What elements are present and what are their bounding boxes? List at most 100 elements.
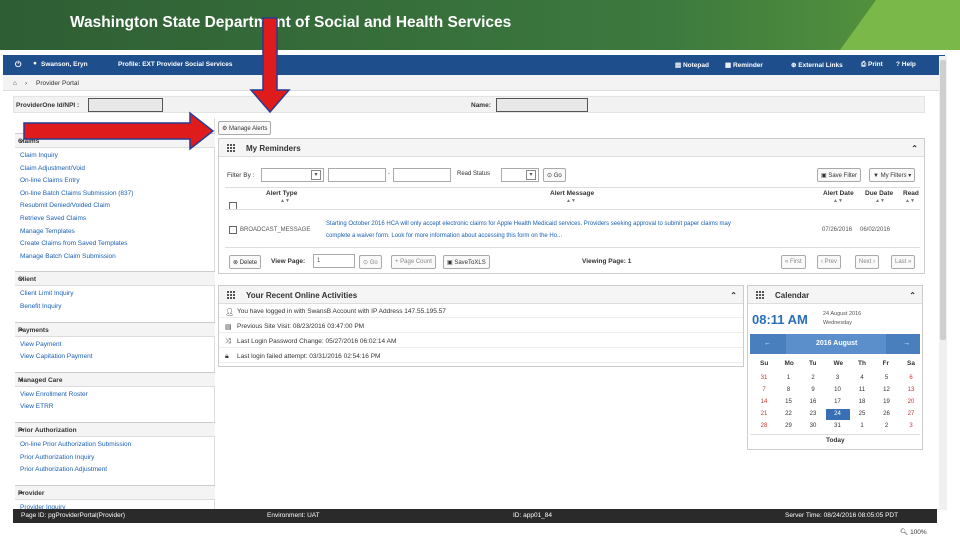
sidebar-item[interactable]: On-line Prior Authorization Submission [20, 441, 131, 448]
calendar-day[interactable]: 20 [899, 397, 923, 408]
sidebar-item[interactable]: Prior Authorization Inquiry [20, 454, 94, 461]
zoom-level[interactable]: 🔍︎ 100% [900, 528, 927, 536]
sidebar-section-client[interactable]: Client ⌄ [15, 271, 215, 287]
reminder-link[interactable]: ▦ Reminder [725, 61, 763, 69]
col-alert-type[interactable]: Alert Type [266, 190, 297, 197]
calendar-day[interactable]: 16 [801, 397, 825, 408]
chevron-down-icon[interactable]: ⌄ [18, 324, 25, 333]
save-to-xls-button[interactable]: ▣ SaveToXLS [443, 255, 490, 269]
calendar-day[interactable]: 23 [801, 409, 825, 420]
calendar-day[interactable]: 31 [752, 373, 776, 384]
calendar-day[interactable]: 3 [826, 373, 850, 384]
provider-id-field[interactable] [88, 98, 163, 112]
calendar-day[interactable]: 6 [899, 373, 923, 384]
help-link[interactable]: ? Help [896, 61, 916, 68]
calendar-day[interactable]: 26 [875, 409, 899, 420]
prev-page-button[interactable]: ‹ Prev [817, 255, 842, 269]
calendar-day[interactable]: 22 [777, 409, 801, 420]
col-alert-date[interactable]: Alert Date [823, 190, 854, 197]
calendar-day[interactable]: 17 [826, 397, 850, 408]
view-page-input[interactable]: 1 [313, 254, 355, 268]
calendar-day[interactable]: 12 [875, 385, 899, 396]
save-filter-button[interactable]: ▣ Save Filter [817, 168, 862, 182]
calendar-day[interactable]: 28 [752, 421, 776, 432]
sidebar-item[interactable]: Manage Batch Claim Submission [20, 253, 116, 260]
sidebar-item[interactable]: Create Claims from Saved Templates [20, 240, 128, 247]
col-due-date[interactable]: Due Date [865, 190, 893, 197]
external-links-link[interactable]: ⊕ External Links [791, 61, 843, 69]
sidebar-item[interactable]: On-line Batch Claims Submission (837) [20, 190, 133, 197]
sidebar-section-claims[interactable]: Claims ⌄ [15, 133, 215, 148]
name-field[interactable] [496, 98, 588, 112]
chevron-down-icon[interactable]: ⌄ [18, 135, 25, 144]
calendar-day[interactable]: 2 [875, 421, 899, 432]
collapse-caret-icon[interactable]: ⌃ [911, 144, 918, 153]
chevron-down-icon[interactable]: ⌄ [18, 374, 25, 383]
sidebar-item[interactable]: Claim Adjustment/Void [20, 165, 85, 172]
calendar-day[interactable]: 8 [777, 385, 801, 396]
calendar-day[interactable]: 7 [752, 385, 776, 396]
row-checkbox[interactable] [229, 226, 237, 234]
calendar-day[interactable]: 10 [826, 385, 850, 396]
sidebar-item[interactable]: Retrieve Saved Claims [20, 215, 86, 222]
calendar-day[interactable]: 14 [752, 397, 776, 408]
filter-by-select[interactable]: ▾ [261, 168, 324, 182]
power-icon[interactable]: ⏻ [15, 60, 21, 70]
sidebar-section-provider[interactable]: Provider ⌄ [15, 484, 215, 500]
collapse-caret-icon[interactable]: ⌃ [909, 291, 916, 300]
calendar-day[interactable]: 3 [899, 421, 923, 432]
page-count-button[interactable]: + Page Count [391, 255, 436, 269]
today-button[interactable]: Today [826, 437, 845, 444]
chevron-down-icon[interactable]: ⌄ [18, 424, 25, 433]
my-filters-button[interactable]: ▼ My Filters ▾ [869, 168, 916, 182]
calendar-day[interactable]: 11 [850, 385, 874, 396]
read-status-select[interactable]: ▾ [501, 168, 539, 182]
sidebar-item[interactable]: Manage Templates [20, 228, 75, 235]
filter-value-from[interactable] [328, 168, 386, 182]
sidebar-item[interactable]: Prior Authorization Adjustment [20, 466, 107, 473]
calendar-day[interactable]: 18 [850, 397, 874, 408]
home-icon[interactable]: ⌂ [13, 80, 17, 87]
calendar-day[interactable]: 9 [801, 385, 825, 396]
col-read[interactable]: Read [903, 190, 919, 197]
sidebar-item[interactable]: Claim Inquiry [20, 152, 58, 159]
chevron-down-icon[interactable]: ⌄ [18, 487, 25, 496]
sort-arrows-icon[interactable]: ▲▼ [905, 198, 915, 204]
sidebar-section-managed-care[interactable]: Managed Care ⌄ [15, 371, 215, 387]
calendar-day[interactable]: 27 [899, 409, 923, 420]
calendar-day[interactable]: 21 [752, 409, 776, 420]
last-page-button[interactable]: Last » [891, 255, 916, 269]
next-page-button[interactable]: Next › [855, 255, 880, 269]
calendar-day[interactable]: 29 [777, 421, 801, 432]
calendar-day[interactable]: 24 [825, 409, 850, 420]
scrollbar-thumb[interactable] [940, 60, 946, 340]
sidebar-item[interactable]: Resubmit Denied/Voided Claim [20, 202, 110, 209]
calendar-day[interactable]: 5 [875, 373, 899, 384]
delete-button[interactable]: ⊗ Delete [229, 255, 262, 269]
row-message-line1[interactable]: Starting October 2016 HCA will only acce… [326, 221, 731, 227]
calendar-day[interactable]: 2 [801, 373, 825, 384]
vertical-scrollbar[interactable] [939, 56, 947, 510]
row-message-line2[interactable]: complete a waiver form. Look for more in… [326, 233, 562, 239]
prev-month-icon[interactable]: ← [764, 340, 771, 347]
manage-alerts-button[interactable]: ⚙ Manage Alerts [218, 121, 272, 135]
calendar-day[interactable]: 30 [801, 421, 825, 432]
user-name[interactable]: Swanson, Eryn [41, 61, 88, 68]
print-link[interactable]: ⎙ Print [861, 61, 883, 69]
filter-value-to[interactable] [393, 168, 451, 182]
go-button[interactable]: ⊙ Go [543, 168, 566, 182]
calendar-day[interactable]: 1 [777, 373, 801, 384]
chevron-down-icon[interactable]: ⌄ [18, 273, 25, 282]
sort-arrows-icon[interactable]: ▲▼ [875, 198, 885, 204]
col-alert-message[interactable]: Alert Message [550, 190, 594, 197]
sidebar-item[interactable]: View Capitation Payment [20, 353, 93, 360]
sidebar-item[interactable]: Client Limit Inquiry [20, 290, 73, 297]
calendar-day[interactable]: 13 [899, 385, 923, 396]
calendar-day[interactable]: 31 [826, 421, 850, 432]
sort-arrows-icon[interactable]: ▲▼ [566, 198, 576, 204]
calendar-day[interactable]: 25 [850, 409, 874, 420]
calendar-month-label[interactable]: 2016 August [816, 340, 857, 347]
sidebar-section-payments[interactable]: Payments ⌄ [15, 321, 215, 337]
sort-arrows-icon[interactable]: ▲▼ [280, 198, 290, 204]
breadcrumb-current[interactable]: Provider Portal [36, 80, 79, 87]
